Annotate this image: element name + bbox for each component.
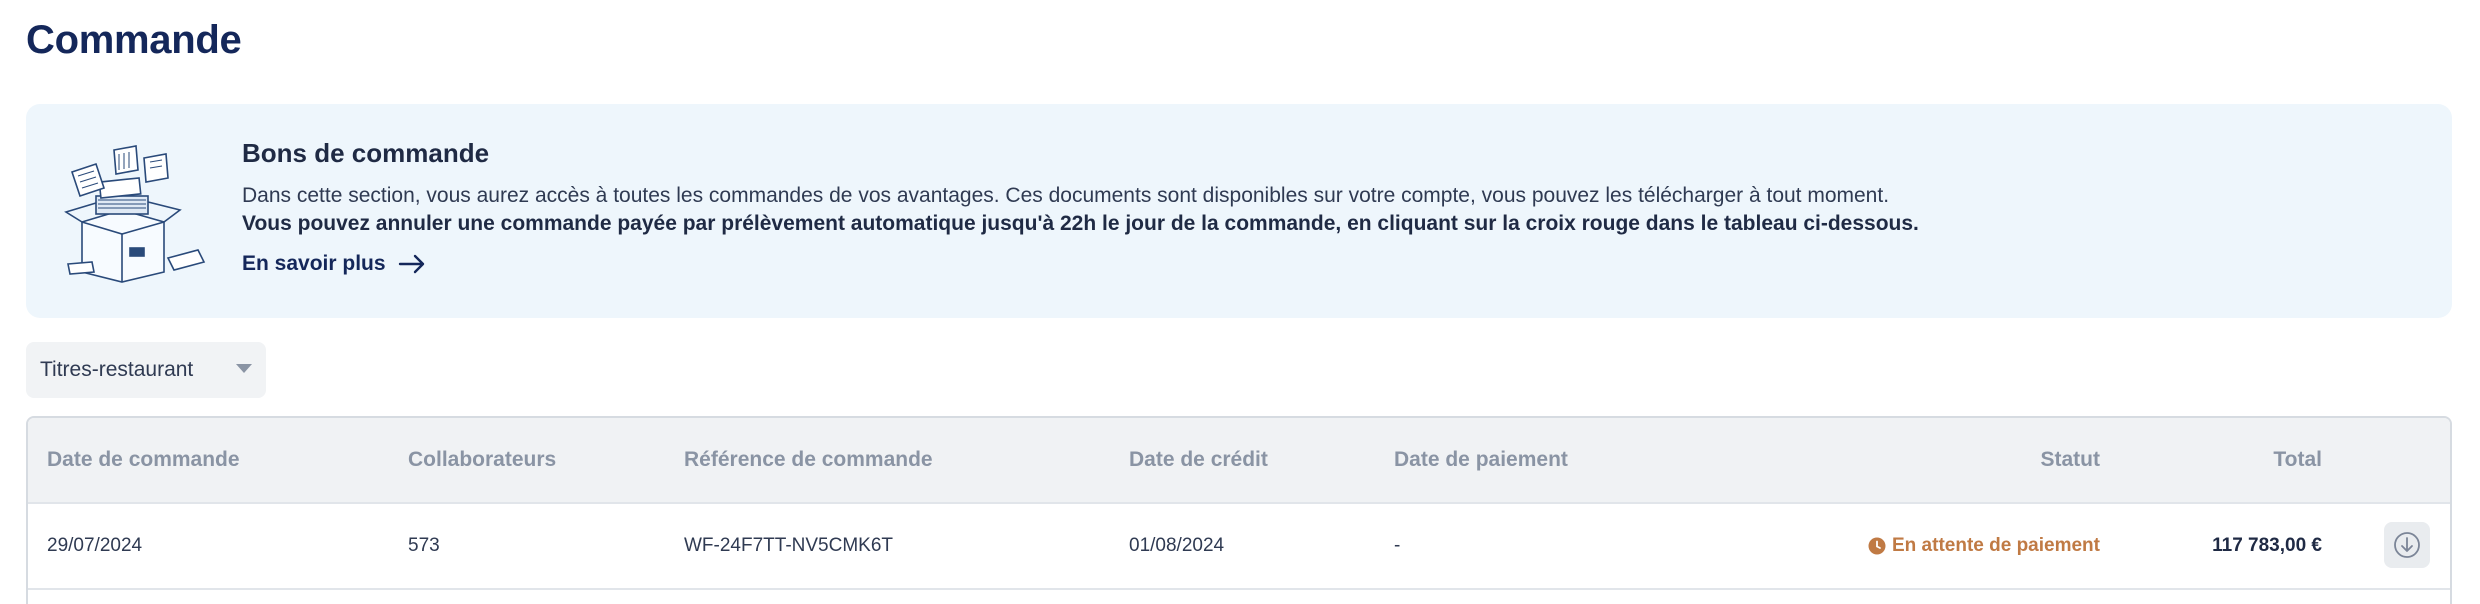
header-total[interactable]: Total — [2273, 448, 2322, 472]
cell-total: 117 783,00 € — [2212, 535, 2322, 556]
banner-cancel-note: Vous pouvez annuler une commande payée p… — [242, 212, 1919, 235]
banner-description: Dans cette section, vous aurez accès à t… — [242, 184, 1890, 207]
benefit-type-value: Titres-restaurant — [40, 358, 194, 381]
header-reference[interactable]: Référence de commande — [684, 448, 933, 472]
clock-icon — [1868, 537, 1886, 555]
banner-title: Bons de commande — [242, 138, 490, 168]
caret-down-icon — [236, 364, 252, 373]
download-button[interactable] — [2384, 522, 2430, 568]
cell-reference: WF-24F7TT-NV5CMK6T — [684, 535, 894, 556]
learn-more-label: En savoir plus — [242, 252, 386, 275]
table-row: 29/07/2024 573 WF-24F7TT-NV5CMK6T 01/08/… — [28, 506, 2450, 590]
cell-date-commande: 29/07/2024 — [47, 535, 143, 556]
benefit-type-select[interactable]: Titres-restaurant — [26, 342, 266, 398]
header-date-commande[interactable]: Date de commande — [47, 448, 240, 472]
header-date-credit[interactable]: Date de crédit — [1129, 448, 1268, 472]
table-header: Date de commande Collaborateurs Référenc… — [28, 418, 2450, 504]
download-icon — [2394, 532, 2420, 558]
learn-more-link[interactable]: En savoir plus — [242, 252, 426, 276]
header-date-paiement[interactable]: Date de paiement — [1394, 448, 1568, 472]
header-statut[interactable]: Statut — [2041, 448, 2101, 472]
documents-box-illustration — [64, 145, 206, 283]
page-title: Commande — [26, 18, 242, 62]
cell-date-credit: 01/08/2024 — [1129, 535, 1225, 556]
status-label: En attente de paiement — [1892, 535, 2100, 556]
status-badge: En attente de paiement — [1868, 535, 2100, 557]
cell-collaborateurs: 573 — [408, 535, 440, 556]
arrow-right-icon — [398, 254, 424, 274]
info-banner: Bons de commande Dans cette section, vou… — [26, 104, 2452, 318]
orders-table: Date de commande Collaborateurs Référenc… — [26, 416, 2452, 604]
cell-date-paiement: - — [1394, 535, 1401, 556]
header-collaborateurs[interactable]: Collaborateurs — [408, 448, 556, 472]
